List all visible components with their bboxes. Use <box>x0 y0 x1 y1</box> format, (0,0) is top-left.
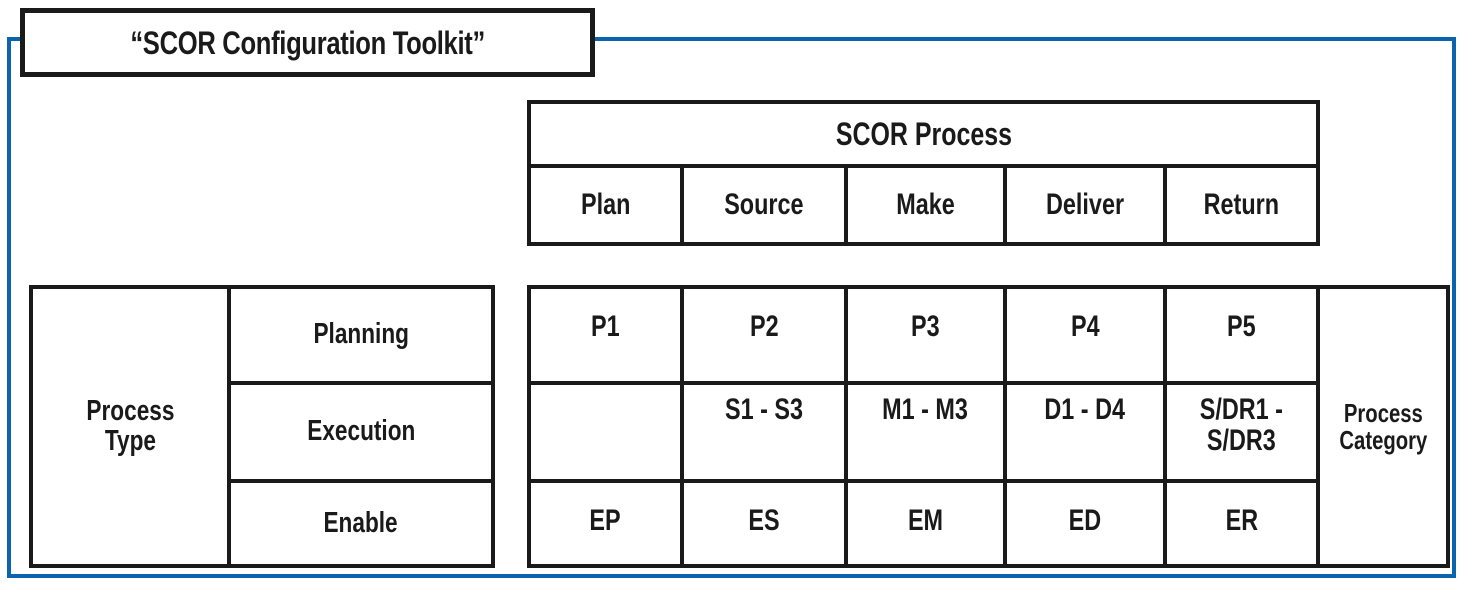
column-header-make-label: Make <box>896 187 955 221</box>
scor-process-column-headers: Plan Source Make Deliver Return <box>531 168 1316 242</box>
cell-planning-source-value: P2 <box>749 309 779 343</box>
row-header-execution: Execution <box>231 385 491 483</box>
column-header-make: Make <box>848 168 1007 242</box>
process-category-label-cell: Process Category <box>1320 289 1446 564</box>
cell-execution-return: S/DR1 - S/DR3 <box>1167 385 1316 479</box>
cell-execution-source: S1 - S3 <box>684 385 848 479</box>
cell-execution-return-value: S/DR1 - S/DR3 <box>1199 393 1284 457</box>
row-header-execution-label: Execution <box>306 415 416 448</box>
diagram-title: “SCOR Configuration Toolkit” <box>130 24 485 61</box>
cell-planning-return-value: P5 <box>1227 309 1256 343</box>
cell-enable-plan: EP <box>531 483 684 564</box>
cell-planning-plan-value: P1 <box>591 309 620 343</box>
cell-enable-return-value: ER <box>1225 504 1258 538</box>
cell-planning-source: P2 <box>684 289 848 381</box>
cell-execution-plan <box>531 385 684 479</box>
cell-execution-source-value: S1 - S3 <box>724 393 804 426</box>
cell-planning-make: P3 <box>848 289 1007 381</box>
cell-execution-deliver: D1 - D4 <box>1007 385 1167 479</box>
process-category-matrix: P1 P2 P3 P4 P5 S1 - S3 M1 - M3 D1 - D4 S… <box>527 285 1450 568</box>
cell-planning-return: P5 <box>1167 289 1316 381</box>
cell-enable-deliver-value: ED <box>1068 504 1102 538</box>
scor-process-group-label: SCOR Process <box>835 115 1012 152</box>
cell-enable-source-value: ES <box>748 504 780 538</box>
cell-planning-deliver-value: P4 <box>1070 309 1100 343</box>
scor-process-group-header: SCOR Process <box>531 104 1316 168</box>
cell-planning-deliver: P4 <box>1007 289 1167 381</box>
matrix-row-execution: S1 - S3 M1 - M3 D1 - D4 S/DR1 - S/DR3 <box>531 385 1316 483</box>
cell-enable-make: EM <box>848 483 1007 564</box>
process-type-table: Process Type Planning Execution Enable <box>29 285 495 568</box>
column-header-plan-label: Plan <box>580 187 631 221</box>
column-header-return: Return <box>1167 168 1316 242</box>
column-header-source: Source <box>684 168 848 242</box>
cell-planning-make-value: P3 <box>911 309 940 343</box>
cell-enable-deliver: ED <box>1007 483 1167 564</box>
diagram-title-box: “SCOR Configuration Toolkit” <box>20 8 595 77</box>
row-header-planning-label: Planning <box>313 318 409 351</box>
cell-enable-return: ER <box>1167 483 1316 564</box>
column-header-return-label: Return <box>1203 187 1280 221</box>
matrix-row-planning: P1 P2 P3 P4 P5 <box>531 289 1316 385</box>
cell-enable-make-value: EM <box>907 504 944 538</box>
process-type-row-labels: Planning Execution Enable <box>231 289 491 564</box>
scor-process-header-table: SCOR Process Plan Source Make Deliver Re… <box>527 100 1320 246</box>
matrix-row-enable: EP ES EM ED ER <box>531 483 1316 564</box>
scor-configuration-toolkit-diagram: “SCOR Configuration Toolkit” SCOR Proces… <box>0 0 1476 602</box>
column-header-source-label: Source <box>724 187 804 221</box>
row-header-enable: Enable <box>231 483 491 564</box>
cell-execution-make: M1 - M3 <box>848 385 1007 479</box>
cell-execution-deliver-value: D1 - D4 <box>1044 393 1126 426</box>
row-header-planning: Planning <box>231 289 491 385</box>
process-category-label: Process Category <box>1339 397 1427 455</box>
row-header-enable-label: Enable <box>323 506 399 539</box>
cell-execution-make-value: M1 - M3 <box>882 393 969 426</box>
column-header-deliver-label: Deliver <box>1045 187 1125 221</box>
cell-enable-source: ES <box>684 483 848 564</box>
column-header-deliver: Deliver <box>1007 168 1167 242</box>
cell-planning-plan: P1 <box>531 289 684 381</box>
process-type-label: Process Type <box>85 394 175 457</box>
cell-enable-plan-value: EP <box>589 504 622 538</box>
column-header-plan: Plan <box>531 168 684 242</box>
matrix-body: P1 P2 P3 P4 P5 S1 - S3 M1 - M3 D1 - D4 S… <box>531 289 1320 564</box>
process-type-label-cell: Process Type <box>33 289 231 564</box>
